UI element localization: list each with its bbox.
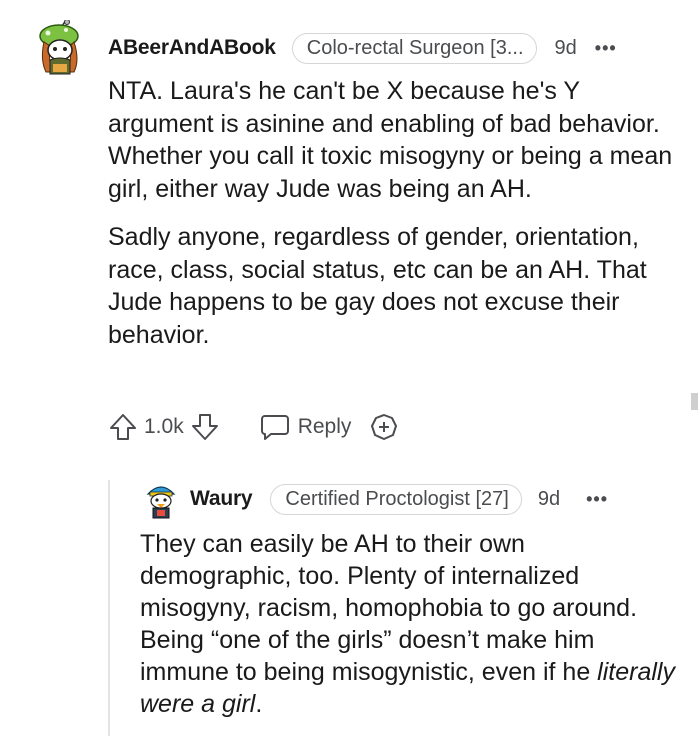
reply-text-end: . (255, 690, 263, 718)
user-avatar[interactable] (38, 19, 82, 76)
reply-button[interactable]: Reply (260, 413, 352, 441)
upvote-arrow-icon[interactable] (108, 412, 138, 442)
username[interactable]: Waury (190, 487, 253, 511)
more-options-icon[interactable]: ••• (586, 489, 608, 510)
scrollbar-thumb[interactable] (691, 393, 698, 410)
speech-bubble-icon (260, 415, 289, 440)
reply-body: They can easily be AH to their own demog… (140, 528, 680, 720)
comment-paragraph: NTA. Laura's he can't be X because he's … (108, 77, 673, 203)
user-flair: Colo-rectal Surgeon [3... (291, 32, 537, 64)
reply-label: Reply (297, 415, 352, 438)
vote-count: 1.0k (144, 415, 184, 438)
thread-line[interactable] (108, 480, 110, 736)
comment-thread: ABeerAndABook Colo-rectal Surgeon [3... … (0, 0, 700, 736)
username[interactable]: ABeerAndABook (108, 36, 276, 60)
comment-paragraph: Sadly anyone, regardless of gender, orie… (108, 223, 647, 349)
reply-header: Waury Certified Proctologist [27] 9d ••• (190, 483, 608, 515)
user-flair: Certified Proctologist [27] (270, 483, 522, 515)
snoo-avatar-icon (39, 19, 79, 75)
reply-text: They can easily be AH to their own demog… (140, 530, 638, 686)
reply-paragraph: They can easily be AH to their own demog… (140, 528, 680, 720)
comment-actions: 1.0k Reply (108, 408, 399, 446)
snoo-avatar-icon (146, 486, 176, 519)
comment-header: ABeerAndABook Colo-rectal Surgeon [3... … (108, 32, 617, 64)
award-plus-icon[interactable] (369, 412, 399, 442)
comment-body: NTA. Laura's he can't be X because he's … (108, 75, 678, 351)
user-avatar[interactable] (144, 480, 178, 520)
timestamp[interactable]: 9d (538, 488, 560, 511)
timestamp[interactable]: 9d (555, 37, 577, 60)
more-options-icon[interactable]: ••• (595, 38, 617, 59)
downvote-arrow-icon[interactable] (190, 412, 220, 442)
